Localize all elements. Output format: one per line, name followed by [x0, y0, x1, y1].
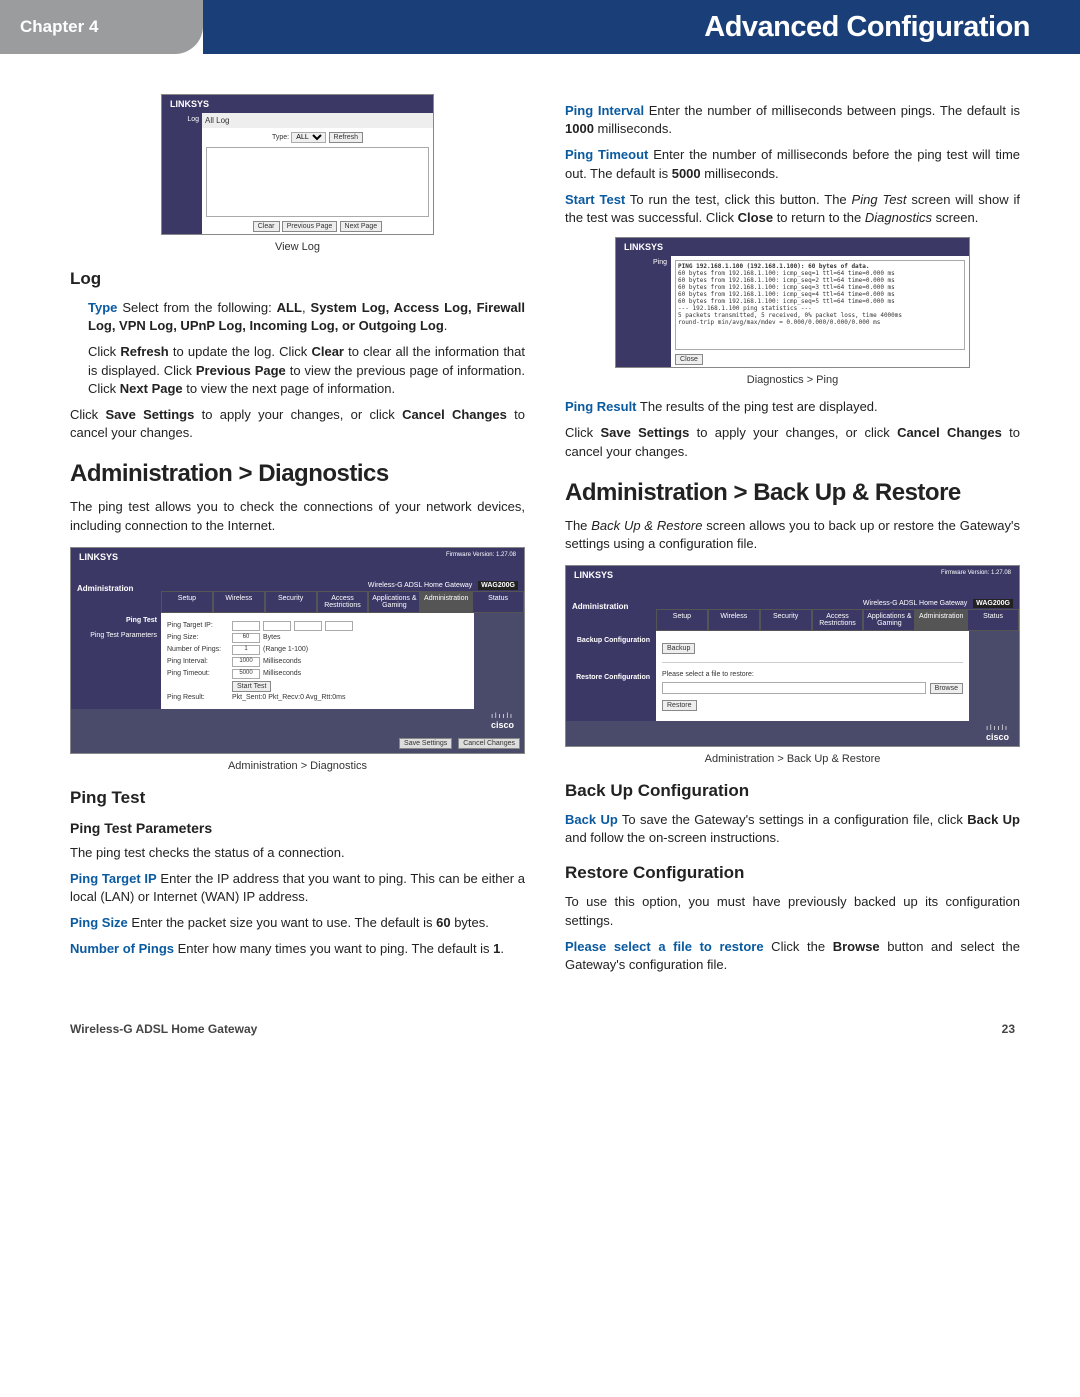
log-save-para: Click Save Settings to apply your change… [70, 406, 525, 442]
restore-config-heading: Restore Configuration [565, 863, 1020, 883]
fig1-prev-button[interactable]: Previous Page [282, 221, 338, 232]
fig3-brand: LINKSYS [616, 238, 969, 256]
pingparams-heading: Ping Test Parameters [70, 820, 525, 836]
right-column: Ping Interval Enter the number of millis… [565, 94, 1020, 982]
fig4-restore-button[interactable]: Restore [662, 700, 697, 711]
fig2-caption: Administration > Diagnostics [70, 760, 525, 772]
fig2-firmware: Firmware Version: 1.27.08 [446, 552, 516, 562]
figure-backup-restore: LINKSYS Firmware Version: 1.27.08 Admini… [565, 565, 1020, 747]
fig2-tabs: Setup Wireless Security Access Restricti… [161, 591, 524, 613]
diagnostics-heading: Administration > Diagnostics [70, 460, 525, 488]
fig2-admin-label: Administration [71, 580, 161, 613]
fig3-tab: Ping [616, 256, 671, 367]
fig4-tab[interactable]: Setup [656, 609, 708, 631]
fig4-browse-button[interactable]: Browse [930, 683, 963, 694]
fig1-refresh-button[interactable]: Refresh [329, 132, 364, 143]
log-refresh-para: Click Refresh to update the log. Click C… [88, 343, 525, 398]
backup-config-para: Back Up To save the Gateway's settings i… [565, 811, 1020, 847]
backup-heading: Administration > Back Up & Restore [565, 479, 1020, 507]
fig4-file-input[interactable] [662, 682, 926, 694]
fig4-caption: Administration > Back Up & Restore [565, 753, 1020, 765]
fig4-tab[interactable]: Status [967, 609, 1019, 631]
fig4-side1: Backup Configuration [566, 631, 656, 650]
ping-target-para: Ping Target IP Enter the IP address that… [70, 870, 525, 906]
ping-intro: The ping test checks the status of a con… [70, 844, 525, 862]
figure-diagnostics: LINKSYS Firmware Version: 1.27.08 Admini… [70, 547, 525, 754]
fig3-output: PING 192.168.1.100 (192.168.1.100): 60 b… [675, 260, 965, 350]
fig2-tab[interactable]: Status [472, 591, 524, 613]
fig4-tab[interactable]: Administration [915, 609, 967, 631]
fig1-type-select[interactable]: ALL [291, 132, 326, 143]
page-title: Advanced Configuration [203, 0, 1080, 54]
fig3-caption: Diagnostics > Ping [565, 374, 1020, 386]
page-body: LINKSYS Log All Log Type: ALL Refresh Cl… [0, 54, 1080, 1012]
ping-timeout-para: Ping Timeout Enter the number of millise… [565, 146, 1020, 182]
fig2-side2: Ping Test Parameters [71, 628, 161, 643]
fig2-cancel-button[interactable]: Cancel Changes [458, 738, 520, 749]
restore-config-intro: To use this option, you must have previo… [565, 893, 1020, 929]
fig2-save-button[interactable]: Save Settings [399, 738, 452, 749]
fig4-tab[interactable]: Access Restrictions [812, 609, 864, 631]
fig4-tabs: Setup Wireless Security Access Restricti… [656, 609, 1019, 631]
fig4-tab[interactable]: Security [760, 609, 812, 631]
log-heading: Log [70, 269, 525, 289]
fig2-tab[interactable]: Setup [161, 591, 213, 613]
save-changes-para: Click Save Settings to apply your change… [565, 424, 1020, 460]
footer-page-number: 23 [1002, 1022, 1015, 1036]
page-header: Chapter 4 Advanced Configuration [0, 0, 1080, 54]
pingtest-heading: Ping Test [70, 788, 525, 808]
fig4-tab[interactable]: Applications & Gaming [863, 609, 915, 631]
diagnostics-intro: The ping test allows you to check the co… [70, 498, 525, 534]
backup-config-heading: Back Up Configuration [565, 781, 1020, 801]
fig2-side1: Ping Test [71, 613, 161, 628]
fig1-log-area [206, 147, 429, 217]
restore-config-para: Please select a file to restore Click th… [565, 938, 1020, 974]
left-column: LINKSYS Log All Log Type: ALL Refresh Cl… [70, 94, 525, 982]
footer-product: Wireless-G ADSL Home Gateway [70, 1022, 257, 1036]
fig3-close-button[interactable]: Close [675, 354, 703, 365]
fig1-next-button[interactable]: Next Page [340, 221, 383, 232]
fig2-brand: LINKSYS [79, 552, 118, 562]
page-footer: Wireless-G ADSL Home Gateway 23 [0, 1012, 1080, 1066]
fig4-admin-label: Administration [566, 598, 656, 631]
start-test-para: Start Test To run the test, click this b… [565, 191, 1020, 227]
fig4-restore-label: Please select a file to restore: [662, 667, 963, 682]
fig4-tab[interactable]: Wireless [708, 609, 760, 631]
figure-view-log: LINKSYS Log All Log Type: ALL Refresh Cl… [161, 94, 434, 235]
ping-result-para: Ping Result The results of the ping test… [565, 398, 1020, 416]
fig4-side2: Restore Configuration [566, 668, 656, 687]
fig1-brand: LINKSYS [162, 95, 433, 113]
fig4-brand: LINKSYS [574, 570, 613, 580]
fig1-caption: View Log [70, 241, 525, 253]
backup-intro: The Back Up & Restore screen allows you … [565, 517, 1020, 553]
fig2-tab[interactable]: Wireless [213, 591, 265, 613]
fig1-type-label: Type: [272, 134, 289, 141]
log-type-para: Type Select from the following: ALL, Sys… [88, 299, 525, 335]
ping-size-para: Ping Size Enter the packet size you want… [70, 914, 525, 932]
chapter-label: Chapter 4 [0, 0, 203, 54]
fig4-firmware: Firmware Version: 1.27.08 [941, 570, 1011, 580]
fig2-tab[interactable]: Administration [420, 591, 472, 613]
figure-ping-result: LINKSYS Ping PING 192.168.1.100 (192.168… [615, 237, 970, 368]
fig4-backup-button[interactable]: Backup [662, 643, 695, 654]
fig2-tab[interactable]: Applications & Gaming [368, 591, 420, 613]
fig2-tab[interactable]: Access Restrictions [317, 591, 369, 613]
fig1-tab: Log [162, 113, 202, 128]
fig2-tab[interactable]: Security [265, 591, 317, 613]
fig2-start-button[interactable]: Start Test [232, 681, 271, 692]
ping-interval-para: Ping Interval Enter the number of millis… [565, 102, 1020, 138]
ping-num-para: Number of Pings Enter how many times you… [70, 940, 525, 958]
fig1-clear-button[interactable]: Clear [253, 221, 280, 232]
fig1-panel: All Log [202, 113, 433, 128]
